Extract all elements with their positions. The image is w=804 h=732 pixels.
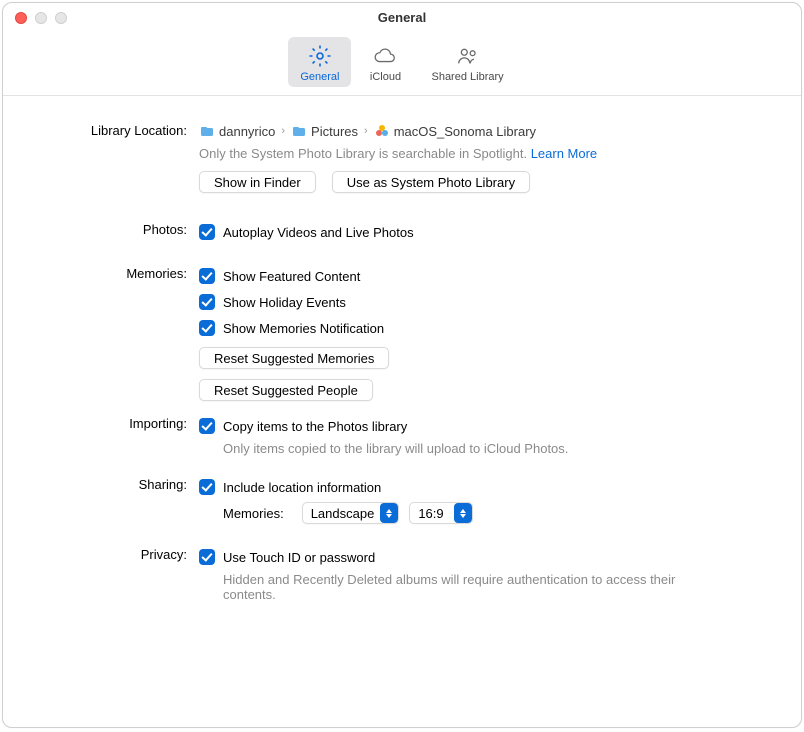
reset-suggested-people-button[interactable]: Reset Suggested People (199, 379, 373, 401)
close-window-button[interactable] (15, 12, 27, 24)
reset-suggested-memories-button[interactable]: Reset Suggested Memories (199, 347, 389, 369)
toolbar: General iCloud Shared Library (3, 31, 801, 96)
breadcrumb-segment: Pictures (311, 124, 358, 139)
include-location-label: Include location information (223, 480, 381, 495)
include-location-checkbox[interactable] (199, 479, 215, 495)
library-location-label: Library Location: (43, 120, 199, 138)
stepper-arrows-icon (380, 503, 398, 523)
holiday-events-label: Show Holiday Events (223, 295, 346, 310)
tab-label: General (300, 71, 339, 83)
tab-label: Shared Library (431, 71, 503, 83)
library-spotlight-note: Only the System Photo Library is searcha… (199, 146, 527, 161)
featured-content-checkbox[interactable] (199, 268, 215, 284)
select-value: Landscape (311, 506, 375, 521)
show-in-finder-button[interactable]: Show in Finder (199, 171, 316, 193)
stepper-arrows-icon (454, 503, 472, 523)
autoplay-label: Autoplay Videos and Live Photos (223, 225, 414, 240)
select-value: 16:9 (418, 506, 447, 521)
holiday-events-checkbox[interactable] (199, 294, 215, 310)
photos-library-icon (374, 123, 390, 139)
importing-description: Only items copied to the library will up… (223, 441, 761, 456)
copy-to-library-label: Copy items to the Photos library (223, 419, 407, 434)
folder-home-icon (199, 123, 215, 139)
memories-aspect-select[interactable]: 16:9 (409, 502, 472, 524)
tab-icloud[interactable]: iCloud (355, 37, 415, 87)
touch-id-checkbox[interactable] (199, 549, 215, 565)
content-area: Library Location: dannyrico › Pictures › (3, 96, 801, 624)
sharing-section-label: Sharing: (43, 474, 199, 492)
memories-format-label: Memories: (223, 506, 284, 521)
tab-label: iCloud (370, 71, 401, 83)
use-as-system-library-button[interactable]: Use as System Photo Library (332, 171, 530, 193)
autoplay-checkbox[interactable] (199, 224, 215, 240)
minimize-window-button[interactable] (35, 12, 47, 24)
tab-general[interactable]: General (288, 37, 351, 87)
memories-section-label: Memories: (43, 263, 199, 281)
tab-shared-library[interactable]: Shared Library (419, 37, 515, 87)
cloud-icon (372, 43, 398, 69)
folder-icon (291, 123, 307, 139)
learn-more-link[interactable]: Learn More (531, 146, 597, 161)
copy-to-library-checkbox[interactable] (199, 418, 215, 434)
photos-section-label: Photos: (43, 219, 199, 237)
window-title: General (378, 10, 426, 25)
privacy-section-label: Privacy: (43, 544, 199, 562)
people-icon (455, 43, 481, 69)
privacy-description: Hidden and Recently Deleted albums will … (223, 572, 683, 602)
memories-orientation-select[interactable]: Landscape (302, 502, 400, 524)
importing-section-label: Importing: (43, 413, 199, 431)
breadcrumb-segment: dannyrico (219, 124, 275, 139)
touch-id-label: Use Touch ID or password (223, 550, 375, 565)
memories-notification-checkbox[interactable] (199, 320, 215, 336)
chevron-right-icon: › (362, 125, 370, 137)
zoom-window-button[interactable] (55, 12, 67, 24)
breadcrumb-segment: macOS_Sonoma Library (394, 124, 536, 139)
chevron-right-icon: › (279, 125, 287, 137)
traffic-lights (15, 12, 67, 24)
memories-notification-label: Show Memories Notification (223, 321, 384, 336)
titlebar: General (3, 3, 801, 31)
library-path-breadcrumb[interactable]: dannyrico › Pictures › macOS_Son (199, 120, 761, 142)
gear-icon (307, 43, 333, 69)
preferences-window: General General iCloud (2, 2, 802, 728)
featured-content-label: Show Featured Content (223, 269, 360, 284)
